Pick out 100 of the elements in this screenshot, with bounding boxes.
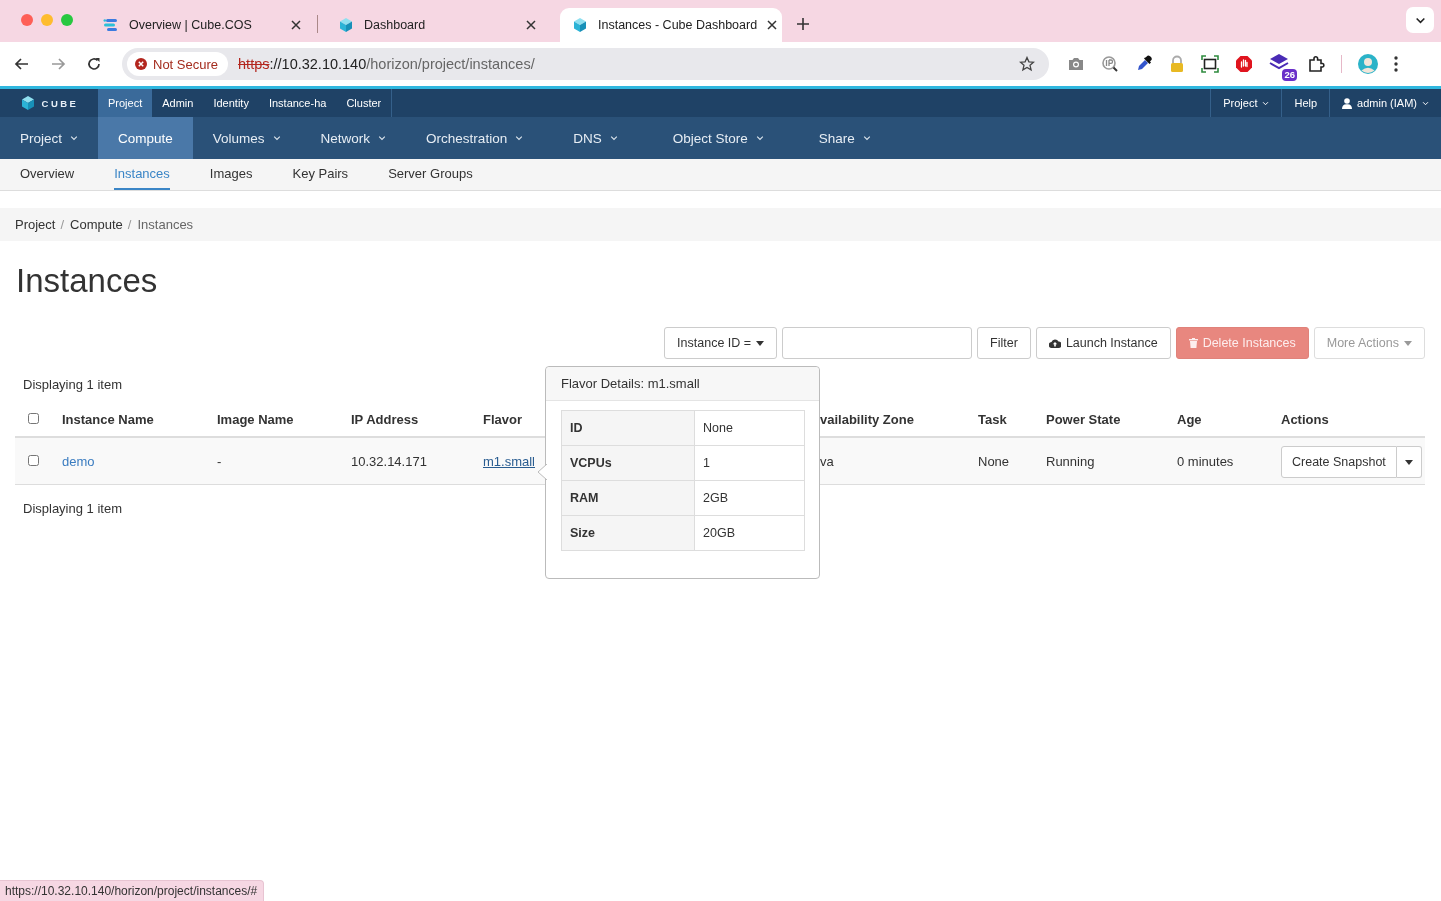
filter-button[interactable]: Filter [977, 327, 1031, 359]
trash-icon [1188, 338, 1198, 348]
table-cell: 10.32.14.171 [351, 453, 427, 469]
breadcrumb-separator: / [127, 217, 132, 232]
sub-nav-tab[interactable]: Images [209, 159, 253, 190]
nav-menu-item[interactable]: Orchestration [406, 117, 544, 159]
column-header: Actions [1281, 412, 1329, 427]
nav-menu-item[interactable]: Object Store [642, 117, 789, 159]
detail-value: None [694, 410, 805, 446]
lines-icon [103, 17, 119, 33]
user-icon [1342, 97, 1353, 109]
top-nav-tab[interactable]: Admin [152, 89, 204, 117]
item-count: Displaying 1 item [23, 501, 122, 516]
chevron-down-icon [755, 134, 764, 142]
cube-icon [338, 17, 354, 33]
stop-hand-icon[interactable] [1235, 55, 1253, 73]
reload-icon[interactable] [86, 56, 102, 72]
column-header: Flavor [483, 412, 522, 427]
popover-title: Flavor Details: m1.small [561, 376, 700, 391]
star-icon[interactable] [1019, 56, 1035, 72]
tab-list-button[interactable] [1406, 7, 1434, 33]
nav-menu-item[interactable]: Volumes [192, 117, 301, 159]
top-nav-tab[interactable]: Identity [203, 89, 259, 117]
create-snapshot-button[interactable]: Create Snapshot [1281, 446, 1397, 478]
cube-icon [19, 95, 36, 111]
back-arrow-icon[interactable] [14, 56, 30, 72]
screen-capture-icon[interactable] [1201, 55, 1219, 73]
chevron-down-icon [378, 134, 387, 142]
detail-label: ID [561, 410, 695, 446]
detail-value: 1 [694, 445, 805, 481]
launch-instance-button[interactable]: Launch Instance [1035, 327, 1171, 359]
cube-icon [572, 17, 588, 33]
forward-arrow-icon[interactable] [50, 56, 66, 72]
filter-field-dropdown[interactable]: Instance ID = [664, 327, 778, 359]
address-bar[interactable]: Not Secure https://10.32.10.140/horizon/project/instances/ [122, 48, 1049, 80]
extension-badge: 26 [1282, 69, 1297, 81]
chevron-down-icon [515, 134, 524, 142]
column-header: Power State [1046, 412, 1121, 427]
sub-nav-tab[interactable]: Overview [20, 159, 75, 190]
browser-tab[interactable]: Overview | Cube.COS [91, 8, 313, 42]
caret-icon [1404, 459, 1413, 465]
nav-menu-item[interactable]: Compute [98, 117, 193, 159]
cloud-upload-icon [1048, 338, 1061, 348]
table-cell: 0 minutes [1177, 453, 1234, 469]
close-icon[interactable] [526, 20, 536, 30]
detail-label: Size [561, 515, 695, 551]
plus-icon[interactable] [796, 17, 810, 31]
item-count: Displaying 1 item [23, 377, 122, 392]
column-header: Task [978, 412, 1007, 427]
top-nav-tab[interactable]: Instance-ha [258, 89, 337, 117]
row-checkbox[interactable] [28, 454, 39, 466]
nav-menu-item[interactable]: Project [0, 117, 99, 159]
instance-name-link[interactable]: demo [62, 453, 95, 469]
nav-menu-item[interactable]: Network [300, 117, 407, 159]
flavor-link[interactable]: m1.small [483, 453, 535, 469]
detail-value: 2GB [694, 480, 805, 516]
close-icon[interactable] [767, 20, 778, 30]
sub-nav-tab[interactable]: Server Groups [388, 159, 473, 190]
security-chip[interactable]: Not Secure [127, 52, 229, 76]
table-cell: None [978, 453, 1010, 469]
chevron-down-icon [862, 134, 871, 142]
chevron-down-icon [1262, 99, 1270, 107]
puzzle-icon[interactable] [1307, 55, 1325, 73]
breadcrumb-separator: / [60, 217, 65, 232]
close-icon[interactable] [291, 20, 301, 30]
select-all-checkbox[interactable] [28, 413, 39, 424]
brand-logo-text: CUBE [41, 97, 79, 109]
column-header: Age [1177, 412, 1202, 427]
sub-nav-tab[interactable]: Instances [114, 159, 170, 190]
stack-icon[interactable] [1269, 53, 1289, 71]
eyedropper-icon[interactable] [1135, 55, 1153, 73]
table-cell: - [217, 453, 222, 469]
nav-menu-item[interactable]: Share [788, 117, 896, 159]
nav-menu-item[interactable]: DNS [543, 117, 643, 159]
column-header: Instance Name [62, 412, 154, 427]
url-text: https://10.32.10.140/horizon/project/instances/ [238, 56, 536, 72]
detail-value: 20GB [694, 515, 805, 551]
browser-tab[interactable]: Dashboard [326, 8, 548, 42]
browser-tab[interactable]: Instances - Cube Dashboard [560, 8, 782, 42]
kebab-menu-icon[interactable] [1394, 56, 1398, 72]
column-header: vailability Zone [820, 412, 914, 427]
filter-input[interactable] [782, 327, 973, 359]
chevron-down-icon [1422, 99, 1429, 107]
chevron-down-icon [272, 134, 281, 142]
warning-icon [135, 58, 147, 70]
table-cell: Running [1046, 453, 1095, 469]
top-nav-tab[interactable]: Cluster [336, 89, 392, 117]
chevron-down-icon [609, 134, 618, 142]
sub-nav-tab[interactable]: Key Pairs [292, 159, 349, 190]
status-url: https://10.32.10.140/horizon/project/instances/# [0, 880, 265, 901]
caret-icon [1404, 340, 1412, 346]
detail-label: RAM [561, 480, 695, 516]
column-header: Image Name [217, 412, 294, 427]
actions-dropdown-button[interactable] [1396, 446, 1422, 478]
top-nav-tab[interactable]: Project [98, 89, 153, 117]
breadcrumb-link[interactable]: Compute [70, 217, 123, 232]
magnifier-icon[interactable] [1101, 55, 1119, 73]
page-title: Instances [16, 261, 159, 301]
breadcrumb-link[interactable]: Project [15, 217, 56, 232]
camera-icon[interactable] [1067, 55, 1085, 73]
